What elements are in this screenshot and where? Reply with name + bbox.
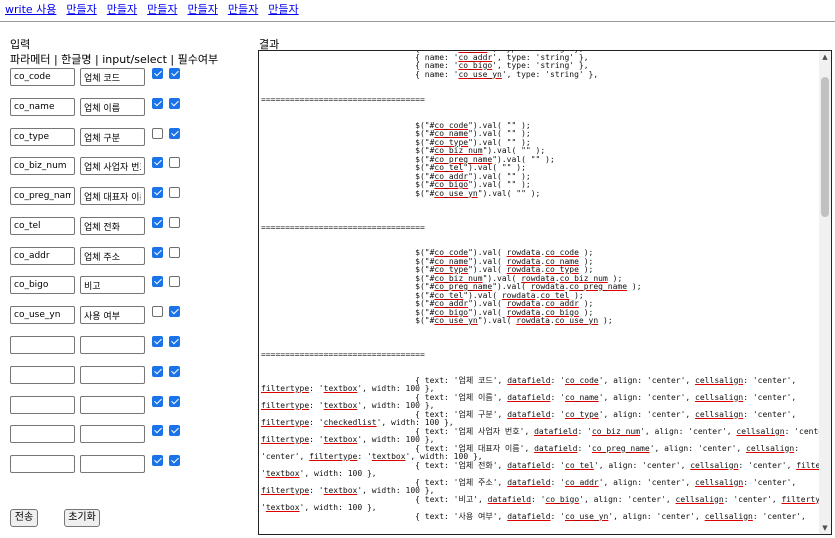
param-name-input[interactable]	[10, 157, 75, 175]
reset-button[interactable]: 초기화	[64, 509, 100, 527]
header-divider	[0, 21, 835, 22]
required-checkbox[interactable]	[169, 217, 180, 228]
nav-link[interactable]: 만들자	[147, 3, 177, 16]
param-name-input[interactable]	[10, 68, 75, 86]
required-checkbox[interactable]	[169, 68, 180, 79]
required-checkbox[interactable]	[169, 306, 180, 317]
param-name-input[interactable]	[10, 306, 75, 324]
param-name-input[interactable]	[10, 247, 75, 265]
scroll-thumb[interactable]	[821, 77, 829, 217]
nav-link[interactable]: 만들자	[268, 3, 298, 16]
input-select-checkbox[interactable]	[152, 98, 163, 109]
required-checkbox[interactable]	[169, 276, 180, 287]
required-checkbox[interactable]	[169, 366, 180, 377]
input-select-checkbox[interactable]	[152, 128, 163, 139]
top-nav: write 사용 만들자 만들자 만들자 만들자 만들자 만들자	[5, 1, 309, 17]
korean-name-input[interactable]	[80, 396, 145, 414]
result-code-text: { name: 'co_tel', type: 'string' }, { na…	[261, 51, 831, 521]
korean-name-input[interactable]	[80, 455, 145, 473]
input-panel-title: 입력	[10, 38, 31, 51]
param-name-input[interactable]	[10, 425, 75, 443]
korean-name-input[interactable]	[80, 336, 145, 354]
required-checkbox[interactable]	[169, 247, 180, 258]
input-select-checkbox[interactable]	[152, 276, 163, 287]
required-checkbox[interactable]	[169, 425, 180, 436]
korean-name-input[interactable]	[80, 217, 145, 235]
param-column-header: 파라메터 | 한글명 | input/select | 필수여부	[10, 53, 219, 66]
nav-link[interactable]: write 사용	[5, 3, 56, 16]
scroll-up-arrow-icon[interactable]: ▲	[819, 51, 831, 63]
result-textarea[interactable]: { name: 'co_tel', type: 'string' }, { na…	[258, 50, 832, 535]
korean-name-input[interactable]	[80, 366, 145, 384]
param-name-input[interactable]	[10, 128, 75, 146]
korean-name-input[interactable]	[80, 187, 145, 205]
nav-link[interactable]: 만들자	[228, 3, 258, 16]
param-name-input[interactable]	[10, 366, 75, 384]
required-checkbox[interactable]	[169, 336, 180, 347]
korean-name-input[interactable]	[80, 128, 145, 146]
param-name-input[interactable]	[10, 396, 75, 414]
korean-name-input[interactable]	[80, 157, 145, 175]
nav-link[interactable]: 만들자	[66, 3, 96, 16]
param-name-input[interactable]	[10, 98, 75, 116]
nav-link[interactable]: 만들자	[107, 3, 137, 16]
korean-name-input[interactable]	[80, 247, 145, 265]
required-checkbox[interactable]	[169, 128, 180, 139]
input-select-checkbox[interactable]	[152, 187, 163, 198]
korean-name-input[interactable]	[80, 276, 145, 294]
required-checkbox[interactable]	[169, 157, 180, 168]
param-name-input[interactable]	[10, 187, 75, 205]
scroll-down-arrow-icon[interactable]: ▼	[819, 522, 831, 534]
korean-name-input[interactable]	[80, 68, 145, 86]
input-select-checkbox[interactable]	[152, 396, 163, 407]
input-select-checkbox[interactable]	[152, 425, 163, 436]
required-checkbox[interactable]	[169, 455, 180, 466]
input-select-checkbox[interactable]	[152, 336, 163, 347]
input-select-checkbox[interactable]	[152, 366, 163, 377]
input-select-checkbox[interactable]	[152, 157, 163, 168]
input-select-checkbox[interactable]	[152, 455, 163, 466]
param-name-input[interactable]	[10, 336, 75, 354]
param-name-input[interactable]	[10, 455, 75, 473]
send-button[interactable]: 전송	[10, 509, 38, 527]
input-select-checkbox[interactable]	[152, 68, 163, 79]
input-select-checkbox[interactable]	[152, 306, 163, 317]
required-checkbox[interactable]	[169, 187, 180, 198]
param-name-input[interactable]	[10, 276, 75, 294]
param-name-input[interactable]	[10, 217, 75, 235]
required-checkbox[interactable]	[169, 396, 180, 407]
korean-name-input[interactable]	[80, 98, 145, 116]
input-select-checkbox[interactable]	[152, 247, 163, 258]
required-checkbox[interactable]	[169, 98, 180, 109]
nav-link[interactable]: 만들자	[188, 3, 218, 16]
korean-name-input[interactable]	[80, 425, 145, 443]
input-select-checkbox[interactable]	[152, 217, 163, 228]
korean-name-input[interactable]	[80, 306, 145, 324]
result-scrollbar[interactable]: ▲ ▼	[819, 51, 831, 534]
